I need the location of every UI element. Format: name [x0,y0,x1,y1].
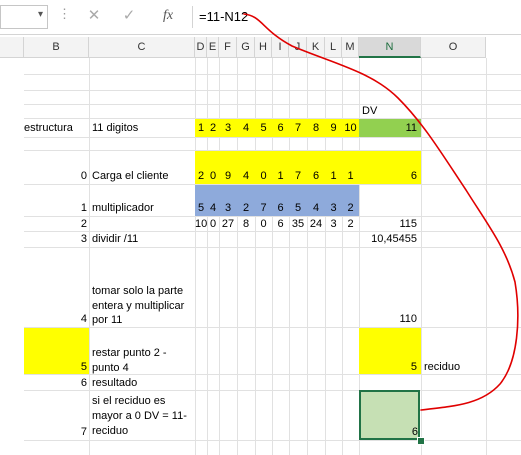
red-annotation-arrow [243,13,519,411]
